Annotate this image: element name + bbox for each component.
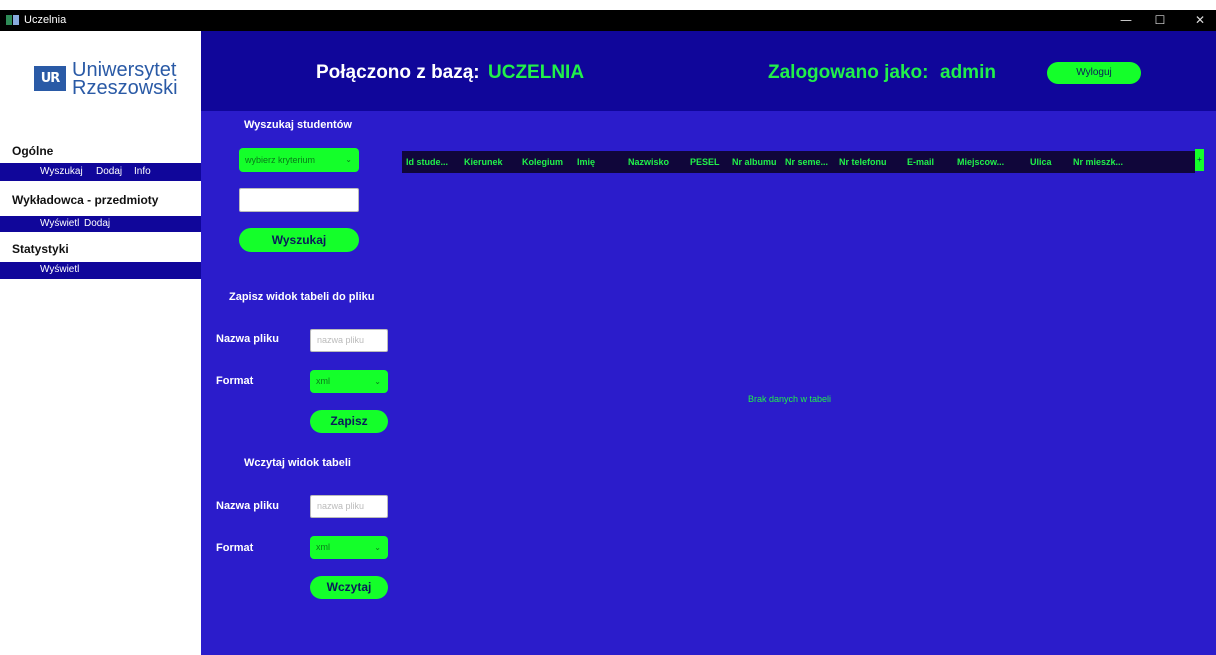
university-logo: UR Uniwersytet Rzeszowski xyxy=(34,53,184,103)
save-format-select[interactable]: xml ⌄ xyxy=(310,370,388,393)
top-header: Połączono z bazą: UCZELNIA Zalogowano ja… xyxy=(201,31,1216,111)
search-section-title: Wyszukaj studentów xyxy=(244,119,352,131)
logo-line-2: Rzeszowski xyxy=(72,77,178,99)
chevron-down-icon: ⌄ xyxy=(374,377,381,386)
nav-link-lecturer-add[interactable]: Dodaj xyxy=(84,218,110,229)
nav-link-add[interactable]: Dodaj xyxy=(96,166,122,177)
criteria-select-value: wybierz kryterium xyxy=(245,155,316,165)
logged-in-label: Zalogowano jako: xyxy=(768,62,929,83)
criteria-select[interactable]: wybierz kryterium ⌄ xyxy=(239,148,359,172)
load-format-value: xml xyxy=(316,542,330,552)
nav-heading-stats: Statystyki xyxy=(12,242,69,256)
nav-bar-stats: Wyświetl xyxy=(0,262,201,279)
connection-label: Połączono z bazą: xyxy=(316,62,480,83)
current-user: admin xyxy=(940,62,996,83)
column-header[interactable]: Nr albumu xyxy=(732,157,777,167)
column-header[interactable]: Kierunek xyxy=(464,157,503,167)
column-header[interactable]: Id stude... xyxy=(406,157,448,167)
logo-mark: UR xyxy=(34,66,66,91)
column-header[interactable]: Imię xyxy=(577,157,595,167)
save-format-value: xml xyxy=(316,376,330,386)
column-header[interactable]: Kolegium xyxy=(522,157,563,167)
nav-bar-general: Wyszukaj Dodaj Info xyxy=(0,163,201,181)
window-title: Uczelnia xyxy=(24,14,67,26)
students-table-header: Id stude... Kierunek Kolegium Imię Nazwi… xyxy=(402,151,1195,173)
nav-heading-lecturer: Wykładowca - przedmioty xyxy=(12,193,159,207)
load-format-select[interactable]: xml ⌄ xyxy=(310,536,388,559)
nav-bar-lecturer: Wyświetl Dodaj xyxy=(0,216,201,232)
save-section-title: Zapisz widok tabeli do pliku xyxy=(229,291,375,303)
save-filename-input[interactable]: nazwa pliku xyxy=(310,329,388,352)
column-header[interactable]: E-mail xyxy=(907,157,934,167)
search-query-input[interactable] xyxy=(239,188,359,212)
nav-link-stats-show[interactable]: Wyświetl xyxy=(40,264,79,275)
load-section-title: Wczytaj widok tabeli xyxy=(244,457,351,469)
chevron-down-icon: ⌄ xyxy=(374,543,381,552)
column-header[interactable]: PESEL xyxy=(690,157,720,167)
sidebar: UR Uniwersytet Rzeszowski Ogólne Wyszuka… xyxy=(0,31,201,655)
close-button[interactable]: ✕ xyxy=(1188,12,1212,28)
load-format-label: Format xyxy=(216,542,254,554)
nav-link-lecturer-show[interactable]: Wyświetl xyxy=(40,218,79,229)
title-bar: Uczelnia — ☐ ✕ xyxy=(0,10,1216,31)
load-filename-input[interactable]: nazwa pliku xyxy=(310,495,388,518)
column-header[interactable]: Nr seme... xyxy=(785,157,828,167)
app-window: Uczelnia — ☐ ✕ UR Uniwersytet Rzeszowski… xyxy=(0,0,1216,655)
save-button[interactable]: Zapisz xyxy=(310,410,388,433)
app-icon xyxy=(6,15,19,25)
column-header[interactable]: Miejscow... xyxy=(957,157,1004,167)
nav-link-info[interactable]: Info xyxy=(134,166,151,177)
database-name: UCZELNIA xyxy=(488,62,585,83)
save-format-label: Format xyxy=(216,375,254,387)
main-content: Wyszukaj studentów wybierz kryterium ⌄ W… xyxy=(201,111,1216,655)
logo-text: Uniwersytet Rzeszowski xyxy=(72,60,178,99)
maximize-button[interactable]: ☐ xyxy=(1148,12,1172,28)
save-filename-label: Nazwa pliku xyxy=(216,333,279,345)
column-header[interactable]: Nr mieszk... xyxy=(1073,157,1123,167)
add-column-button[interactable]: + xyxy=(1195,149,1204,171)
logout-button[interactable]: Wyloguj xyxy=(1047,62,1141,84)
load-filename-label: Nazwa pliku xyxy=(216,500,279,512)
search-button[interactable]: Wyszukaj xyxy=(239,228,359,252)
table-empty-message: Brak danych w tabeli xyxy=(748,394,832,404)
nav-heading-general: Ogólne xyxy=(12,144,54,158)
minimize-button[interactable]: — xyxy=(1114,12,1138,28)
chevron-down-icon: ⌄ xyxy=(345,155,352,164)
column-header[interactable]: Ulica xyxy=(1030,157,1052,167)
load-button[interactable]: Wczytaj xyxy=(310,576,388,599)
column-header[interactable]: Nazwisko xyxy=(628,157,669,167)
column-header[interactable]: Nr telefonu xyxy=(839,157,887,167)
nav-link-search[interactable]: Wyszukaj xyxy=(40,166,83,177)
